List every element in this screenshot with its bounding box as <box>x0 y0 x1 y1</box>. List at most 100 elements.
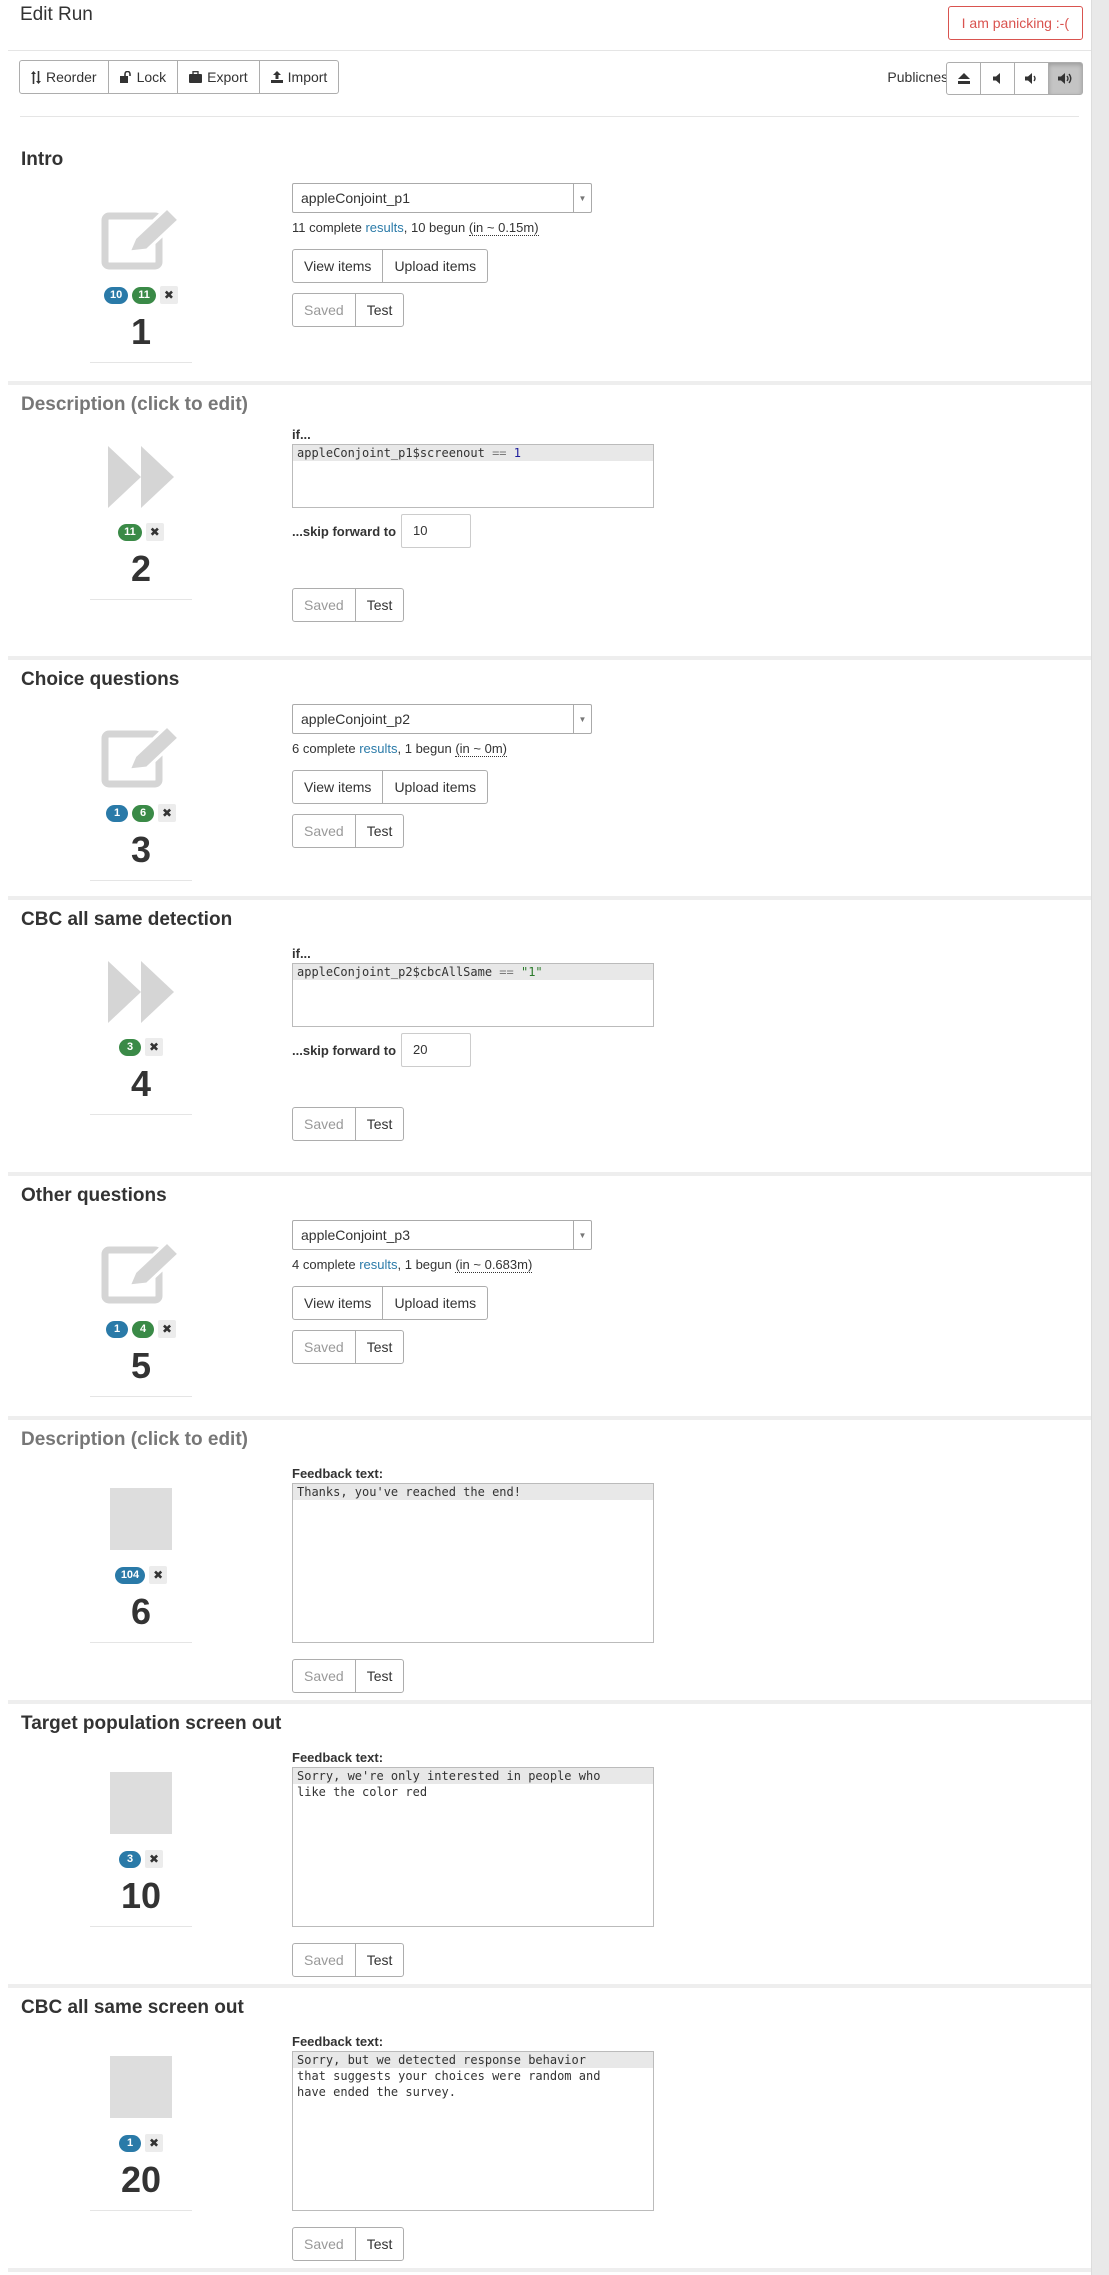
saved-button[interactable]: Saved <box>292 1943 356 1977</box>
results-link[interactable]: results <box>359 1257 397 1272</box>
view-items-button[interactable]: View items <box>292 770 384 804</box>
publicness-hidden-button[interactable] <box>980 62 1015 95</box>
run-unit-skipforward: Description (click to edit) 11 ✖ 2 if...… <box>8 385 1091 660</box>
unit-position[interactable]: 2 <box>131 549 151 589</box>
test-button[interactable]: Test <box>354 1107 405 1141</box>
saved-button[interactable]: Saved <box>292 1330 356 1364</box>
saved-button[interactable]: Saved <box>292 588 356 622</box>
chevron-down-icon: ▼ <box>573 184 591 212</box>
feedback-editor[interactable]: Sorry, but we detected response behavior… <box>292 2051 654 2211</box>
upload-items-button[interactable]: Upload items <box>382 249 489 283</box>
stats-begun: , 10 begun <box>403 220 469 235</box>
delete-unit-icon[interactable]: ✖ <box>145 2134 163 2152</box>
delete-unit-icon[interactable]: ✖ <box>149 1566 168 1584</box>
condition-editor[interactable]: appleConjoint_p2$cbcAllSame == "1" <box>292 963 654 1027</box>
delete-unit-icon[interactable]: ✖ <box>159 286 178 304</box>
saved-button[interactable]: Saved <box>292 1107 356 1141</box>
skip-forward-input[interactable]: 10 <box>401 514 472 548</box>
import-button[interactable]: Import <box>258 60 340 94</box>
feedback-editor[interactable]: Sorry, we're only interested in people w… <box>292 1767 654 1927</box>
unit-position[interactable]: 6 <box>131 1592 151 1632</box>
run-unit-stop: Description (click to edit) 104 ✖ 6 Feed… <box>8 1420 1091 1704</box>
unit-summary: 11 ✖ 2 <box>90 437 192 600</box>
saved-button[interactable]: Saved <box>292 1659 356 1693</box>
unit-position[interactable]: 10 <box>121 1876 161 1916</box>
unit-position[interactable]: 4 <box>131 1064 151 1104</box>
upload-icon <box>270 71 283 83</box>
eject-icon <box>957 73 970 84</box>
saved-button[interactable]: Saved <box>292 293 356 327</box>
chevron-down-icon: ▼ <box>573 705 591 733</box>
delete-unit-icon[interactable]: ✖ <box>145 523 164 541</box>
stop-icon <box>110 1488 172 1550</box>
unit-settings: if... appleConjoint_p2$cbcAllSame == "1"… <box>292 946 672 1141</box>
export-label: Export <box>207 69 248 85</box>
publicness-link-button[interactable] <box>1014 62 1049 95</box>
unit-summary: 10 11 ✖ 1 <box>90 200 192 363</box>
results-link[interactable]: results <box>365 220 403 235</box>
code-line: Sorry, we're only interested in people w… <box>293 1768 653 1784</box>
unit-position[interactable]: 5 <box>131 1346 151 1386</box>
test-button[interactable]: Test <box>354 1330 405 1364</box>
view-items-button[interactable]: View items <box>292 1286 384 1320</box>
code-line: that suggests your choices were random a… <box>293 2068 653 2084</box>
delete-unit-icon[interactable]: ✖ <box>158 804 176 822</box>
publicness-public-button[interactable] <box>1048 62 1083 95</box>
unit-title[interactable]: Description (click to edit) <box>21 1429 248 1451</box>
unit-settings: appleConjoint_p3 ▼ 4 complete results, 1… <box>292 1220 672 1364</box>
skip-forward-input[interactable]: 20 <box>401 1033 472 1067</box>
run-unit-survey: Other questions 1 4 ✖ 5 appleConjoint_p3… <box>8 1176 1091 1420</box>
export-button[interactable]: Export <box>177 60 260 94</box>
skip-forward-label: ...skip forward to <box>292 1042 397 1058</box>
unit-title[interactable]: Choice questions <box>21 669 179 691</box>
edit-icon <box>96 1234 186 1314</box>
saved-button[interactable]: Saved <box>292 2227 356 2261</box>
test-button[interactable]: Test <box>354 2227 405 2261</box>
publicness-private-button[interactable] <box>946 62 981 95</box>
unit-title[interactable]: Description (click to edit) <box>21 394 248 416</box>
survey-select[interactable]: appleConjoint_p2 ▼ <box>292 704 592 734</box>
unit-settings: Feedback text: Thanks, you've reached th… <box>292 1466 672 1693</box>
stats-begun: , 1 begun <box>397 741 456 756</box>
unit-title[interactable]: CBC all same screen out <box>21 1997 244 2019</box>
page-scrollbar[interactable] <box>1091 0 1109 2275</box>
test-button[interactable]: Test <box>354 1943 405 1977</box>
edit-icon <box>96 200 186 280</box>
delete-unit-icon[interactable]: ✖ <box>145 1038 163 1056</box>
unit-title[interactable]: CBC all same detection <box>21 909 232 931</box>
unit-position[interactable]: 3 <box>131 830 151 870</box>
test-button[interactable]: Test <box>354 1659 405 1693</box>
unit-settings: Feedback text: Sorry, but we detected re… <box>292 2034 672 2261</box>
delete-unit-icon[interactable]: ✖ <box>145 1850 163 1868</box>
results-link[interactable]: results <box>359 741 397 756</box>
feedback-editor[interactable]: Thanks, you've reached the end! <box>292 1483 654 1643</box>
unit-position[interactable]: 20 <box>121 2160 161 2200</box>
unit-title[interactable]: Intro <box>21 149 63 171</box>
view-items-button[interactable]: View items <box>292 249 384 283</box>
survey-select[interactable]: appleConjoint_p3 ▼ <box>292 1220 592 1250</box>
unit-title[interactable]: Target population screen out <box>21 1713 281 1735</box>
survey-select[interactable]: appleConjoint_p1 ▼ <box>292 183 592 213</box>
position-underline <box>90 1114 192 1115</box>
unit-badges: 10 11 ✖ <box>104 286 178 304</box>
panic-button[interactable]: I am panicking :-( <box>947 6 1083 40</box>
test-button[interactable]: Test <box>354 588 405 622</box>
reorder-button[interactable]: Reorder <box>19 60 109 94</box>
upload-items-button[interactable]: Upload items <box>382 1286 489 1320</box>
unit-badge-finished: 11 <box>118 523 142 541</box>
condition-editor[interactable]: appleConjoint_p1$screenout == 1 <box>292 444 654 508</box>
unit-badge-finished: 11 <box>132 286 156 304</box>
lock-button[interactable]: Lock <box>107 60 179 94</box>
test-button[interactable]: Test <box>354 293 405 327</box>
saved-button[interactable]: Saved <box>292 814 356 848</box>
delete-unit-icon[interactable]: ✖ <box>158 1320 176 1338</box>
unit-position[interactable]: 1 <box>131 312 151 352</box>
unit-badges: 3 ✖ <box>119 1850 163 1868</box>
unit-title[interactable]: Other questions <box>21 1185 167 1207</box>
upload-items-button[interactable]: Upload items <box>382 770 489 804</box>
position-underline <box>90 1642 192 1643</box>
test-button[interactable]: Test <box>354 814 405 848</box>
unit-badges: 1 6 ✖ <box>106 804 176 822</box>
code-line: have ended the survey. <box>293 2084 653 2100</box>
header-divider <box>8 50 1091 51</box>
